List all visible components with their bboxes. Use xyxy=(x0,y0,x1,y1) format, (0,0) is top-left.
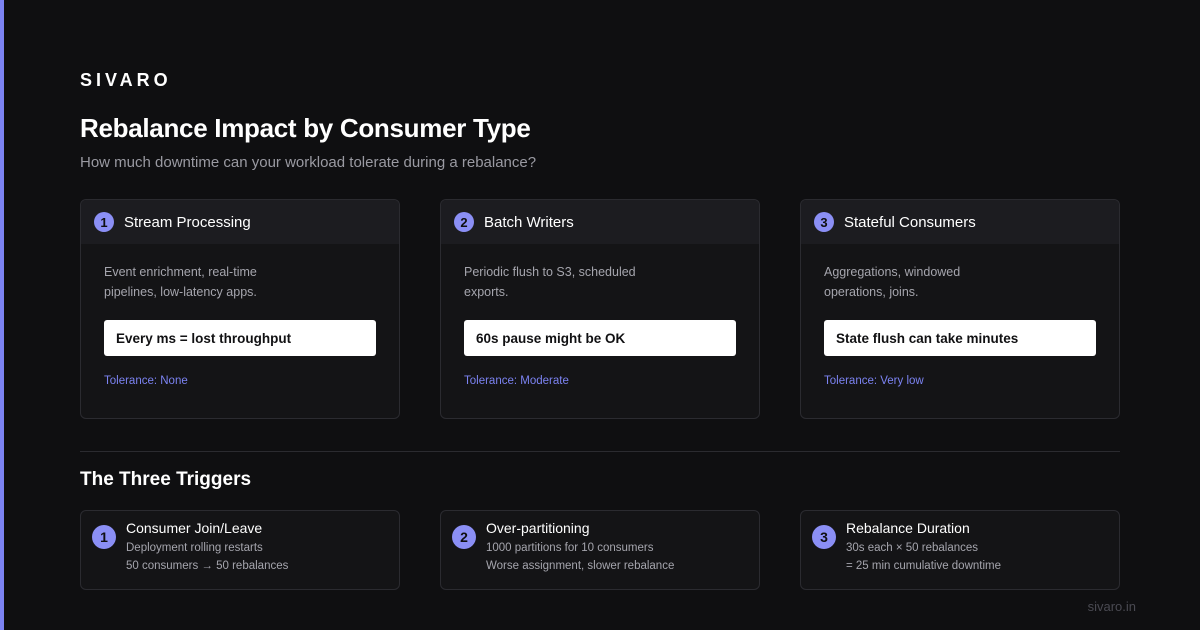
impact-pill: State flush can take minutes xyxy=(824,320,1096,356)
card-header: 3 Stateful Consumers xyxy=(801,200,1119,244)
card-title: Stream Processing xyxy=(124,213,251,231)
number-badge: 2 xyxy=(454,212,474,232)
card-description: Event enrichment, real-time pipelines, l… xyxy=(104,265,257,299)
trigger-title: Rebalance Duration xyxy=(846,520,970,536)
card-header: 2 Batch Writers xyxy=(441,200,759,244)
impact-pill: 60s pause might be OK xyxy=(464,320,736,356)
trigger-title: Consumer Join/Leave xyxy=(126,520,263,536)
card-title: Stateful Consumers xyxy=(844,213,976,231)
trigger-over-partitioning: 2 Over-partitioning 1000 partitions for … xyxy=(440,510,760,590)
trigger-rebalance-duration: 3 Rebalance Duration 30s each × 50 rebal… xyxy=(800,510,1120,590)
card-title: Batch Writers xyxy=(484,213,574,231)
tolerance-label: Tolerance: Very low xyxy=(824,375,924,387)
section-divider xyxy=(80,451,1120,452)
card-stream-processing: 1 Stream Processing Event enrichment, re… xyxy=(80,199,400,419)
trigger-detail: 50 consumers → 50 rebalances xyxy=(126,560,289,572)
footer-url: sivaro.in xyxy=(1087,599,1136,614)
trigger-title: Over-partitioning xyxy=(486,520,590,536)
number-badge: 1 xyxy=(92,525,116,549)
accent-bar xyxy=(0,0,4,630)
trigger-detail: 1000 partitions for 10 consumers xyxy=(486,542,654,554)
number-badge: 1 xyxy=(94,212,114,232)
trigger-detail: Worse assignment, slower rebalance xyxy=(486,560,675,572)
trigger-detail: = 25 min cumulative downtime xyxy=(846,560,1002,572)
trigger-detail: Deployment rolling restarts xyxy=(126,542,263,554)
card-batch-writers: 2 Batch Writers Periodic flush to S3, sc… xyxy=(440,199,760,419)
card-description: Periodic flush to S3, scheduled exports. xyxy=(464,265,636,299)
tolerance-label: Tolerance: Moderate xyxy=(464,375,569,387)
tolerance-label: Tolerance: None xyxy=(104,375,188,387)
number-badge: 2 xyxy=(452,525,476,549)
number-badge: 3 xyxy=(814,212,834,232)
impact-pill: Every ms = lost throughput xyxy=(104,320,376,356)
section-title: The Three Triggers xyxy=(80,469,252,490)
page-title: Rebalance Impact by Consumer Type xyxy=(80,113,531,143)
trigger-detail: 30s each × 50 rebalances xyxy=(846,542,979,554)
card-header: 1 Stream Processing xyxy=(81,200,399,244)
card-description: Aggregations, windowed operations, joins… xyxy=(824,265,961,299)
brand-logo: SIVARO xyxy=(80,70,172,90)
card-stateful-consumers: 3 Stateful Consumers Aggregations, windo… xyxy=(800,199,1120,419)
page-subtitle: How much downtime can your workload tole… xyxy=(80,154,537,171)
trigger-consumer-join-leave: 1 Consumer Join/Leave Deployment rolling… xyxy=(80,510,400,590)
number-badge: 3 xyxy=(812,525,836,549)
